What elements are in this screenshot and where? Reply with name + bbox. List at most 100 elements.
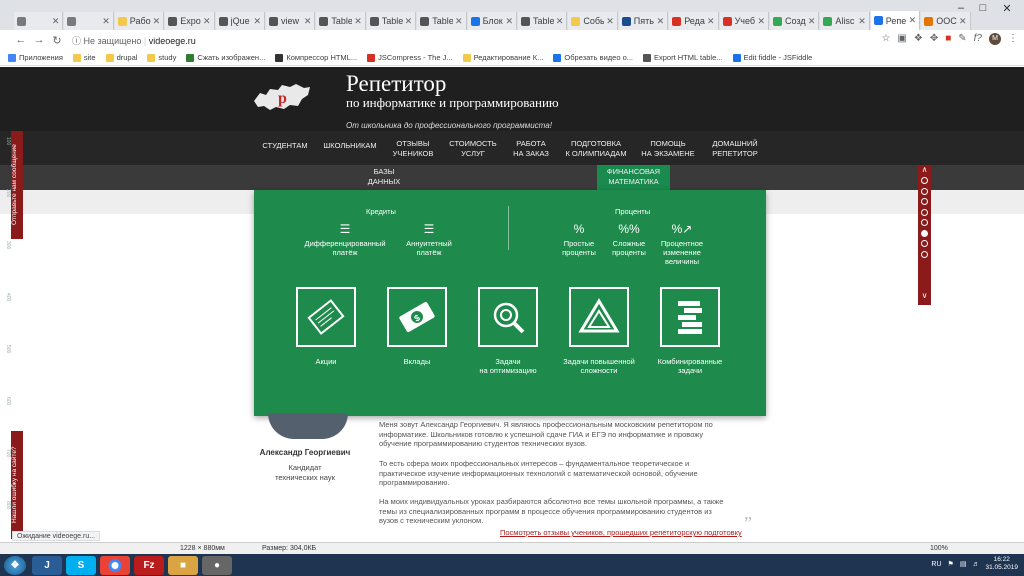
browser-tab[interactable]: view ✕ (266, 12, 316, 30)
move-icon[interactable]: ✥ (930, 33, 938, 45)
skype-icon[interactable]: S (66, 556, 96, 575)
tab-close-icon[interactable]: ✕ (304, 16, 312, 27)
language-indicator[interactable]: RU (931, 561, 941, 568)
maximize-button[interactable]: □ (972, 2, 994, 14)
reviews-link[interactable]: Посмотреть отзывы учеников, прошедших ре… (500, 528, 742, 537)
tab-close-icon[interactable]: ✕ (556, 16, 564, 27)
nav-students[interactable]: СТУДЕНТАМ (262, 141, 308, 151)
tab-close-icon[interactable]: ✕ (959, 16, 967, 27)
diff-payment-link[interactable]: ☰ Дифференцированный платёж (300, 221, 390, 257)
reload-icon[interactable]: ↻ (48, 34, 66, 47)
bookmark-item[interactable]: Компрессор HTML... (275, 53, 357, 62)
browser-tab[interactable]: Репе ✕ (870, 11, 921, 30)
bookmark-item[interactable]: Приложения (8, 53, 63, 62)
nav-reviews[interactable]: ОТЗЫВЫ УЧЕНИКОВ (388, 139, 438, 159)
browser-tab[interactable]: Coбы ✕ (568, 12, 618, 30)
address-bar[interactable]: ⓘ Не защищено | videoege.ru (72, 34, 196, 47)
tab-close-icon[interactable]: ✕ (102, 16, 110, 27)
pager-up-icon[interactable]: ∧ (918, 165, 931, 174)
percent-change-link[interactable]: %↗ Процентное изменение величины (647, 221, 717, 266)
app-icon[interactable]: ● (202, 556, 232, 575)
browser-tab[interactable]: ООС ✕ (921, 12, 971, 30)
capture-icon[interactable]: ▣ (897, 33, 906, 45)
pager-dot[interactable] (921, 208, 928, 216)
russia-map-logo[interactable]: р (252, 79, 312, 115)
bookmark-item[interactable]: Обрезать видео о... (553, 53, 633, 62)
tab-close-icon[interactable]: ✕ (808, 16, 816, 27)
nav-schoolkids[interactable]: ШКОЛЬНИКАМ (322, 141, 378, 151)
tab-close-icon[interactable]: ✕ (606, 16, 614, 27)
tab-close-icon[interactable]: ✕ (909, 15, 917, 26)
browser-tab[interactable]: ✕ (64, 12, 114, 30)
browser-tab[interactable]: Пять ✕ (618, 12, 669, 30)
tab-close-icon[interactable]: ✕ (657, 16, 665, 27)
pager-dot[interactable] (921, 177, 928, 184)
menu-icon[interactable]: ⋮ (1008, 33, 1018, 45)
pager-dot[interactable] (921, 250, 928, 258)
close-window-button[interactable]: ✕ (996, 2, 1018, 15)
browser-tab[interactable]: Рабо ✕ (114, 12, 165, 30)
hard-tasks-tile[interactable]: Задачи повышенной сложности (560, 287, 638, 375)
browser-tab[interactable]: Table ✕ (316, 12, 366, 30)
tab-close-icon[interactable]: ✕ (253, 16, 261, 27)
flag-icon[interactable]: ⚑ (948, 560, 954, 568)
minimize-button[interactable]: – (950, 2, 972, 14)
explorer-icon[interactable]: ■ (168, 556, 198, 575)
bookmark-item[interactable]: study (147, 53, 176, 62)
extension-icon[interactable]: ❖ (914, 33, 923, 45)
forward-icon[interactable]: → (30, 34, 48, 46)
bookmark-star-icon[interactable]: ☆ (881, 33, 890, 45)
tab-close-icon[interactable]: ✕ (858, 16, 866, 27)
feedback-tab[interactable]: Отправьте нам сообщение (11, 131, 23, 239)
browser-tab[interactable]: Expo ✕ (165, 12, 215, 30)
nav-home-tutor[interactable]: ДОМАШНИЙ РЕПЕТИТОР (707, 139, 763, 159)
bookmark-item[interactable]: Редактирование К... (462, 53, 543, 62)
nav-exam-help[interactable]: ПОМОЩЬ НА ЭКЗАМЕНЕ (638, 139, 698, 159)
tab-close-icon[interactable]: ✕ (707, 16, 715, 27)
network-icon[interactable]: ▤ (960, 560, 967, 568)
bookmark-item[interactable]: JSCompress - The J... (367, 53, 453, 62)
pager-down-icon[interactable]: ∨ (918, 291, 931, 300)
browser-tab[interactable]: ✕ (14, 12, 64, 30)
stocks-tile[interactable]: Акции (287, 287, 365, 366)
combined-tasks-tile[interactable]: Комбинированные задачи (651, 287, 729, 375)
nav-prices[interactable]: СТОИМОСТЬ УСЛУГ (448, 139, 498, 159)
browser-tab[interactable]: Созд ✕ (770, 12, 820, 30)
tab-close-icon[interactable]: ✕ (405, 16, 413, 27)
bookmark-item[interactable]: Export HTML table... (643, 53, 723, 62)
tab-close-icon[interactable]: ✕ (757, 16, 765, 27)
browser-tab[interactable]: Table ✕ (518, 12, 568, 30)
bookmark-item[interactable]: site (72, 53, 96, 62)
extension-red-icon[interactable]: ■ (945, 33, 951, 45)
subnav-databases[interactable]: БАЗЫ ДАННЫХ (356, 167, 412, 187)
tab-close-icon[interactable]: ✕ (505, 16, 513, 27)
subnav-financial-math[interactable]: ФИНАНСОВАЯ МАТЕМАТИКА (597, 167, 670, 187)
browser-tab[interactable]: Alisc ✕ (820, 12, 870, 30)
start-button[interactable]: ❖ (4, 556, 26, 575)
browser-tab[interactable]: Учеб ✕ (719, 12, 769, 30)
browser-tab[interactable]: Блок ✕ (467, 12, 517, 30)
pager-dot[interactable] (921, 187, 928, 195)
annuity-payment-link[interactable]: ☰ Аннуитетный платёж (394, 221, 464, 257)
nav-olympiads[interactable]: ПОДГОТОВКА К ОЛИМПИАДАМ (563, 139, 629, 159)
color-picker-icon[interactable]: ✎ (958, 33, 966, 45)
info-icon[interactable]: ⓘ (72, 36, 81, 46)
fiddle-icon[interactable]: f? (974, 33, 982, 45)
bookmark-item[interactable]: drupal (105, 53, 137, 62)
pager-dot[interactable] (921, 219, 928, 226)
browser-tab[interactable]: Table ✕ (417, 12, 467, 30)
back-icon[interactable]: ← (12, 34, 30, 46)
pager-dot[interactable] (921, 240, 928, 247)
optimization-tile[interactable]: Задачи на оптимизацию (469, 287, 547, 375)
nav-custom-work[interactable]: РАБОТА НА ЗАКАЗ (508, 139, 554, 159)
clock[interactable]: 16:22 31.05.2019 (985, 556, 1018, 572)
pager-dot[interactable] (921, 198, 928, 205)
tab-close-icon[interactable]: ✕ (153, 16, 161, 27)
browser-tab[interactable]: Table ✕ (366, 12, 417, 30)
browser-tab[interactable]: Реда ✕ (669, 12, 719, 30)
tab-close-icon[interactable]: ✕ (203, 16, 211, 27)
tab-close-icon[interactable]: ✕ (52, 16, 60, 27)
profile-avatar[interactable]: M (989, 33, 1001, 45)
volume-icon[interactable]: ♬ (972, 561, 979, 568)
report-error-tab[interactable]: Нашли ошибку на сайте? (11, 431, 23, 539)
